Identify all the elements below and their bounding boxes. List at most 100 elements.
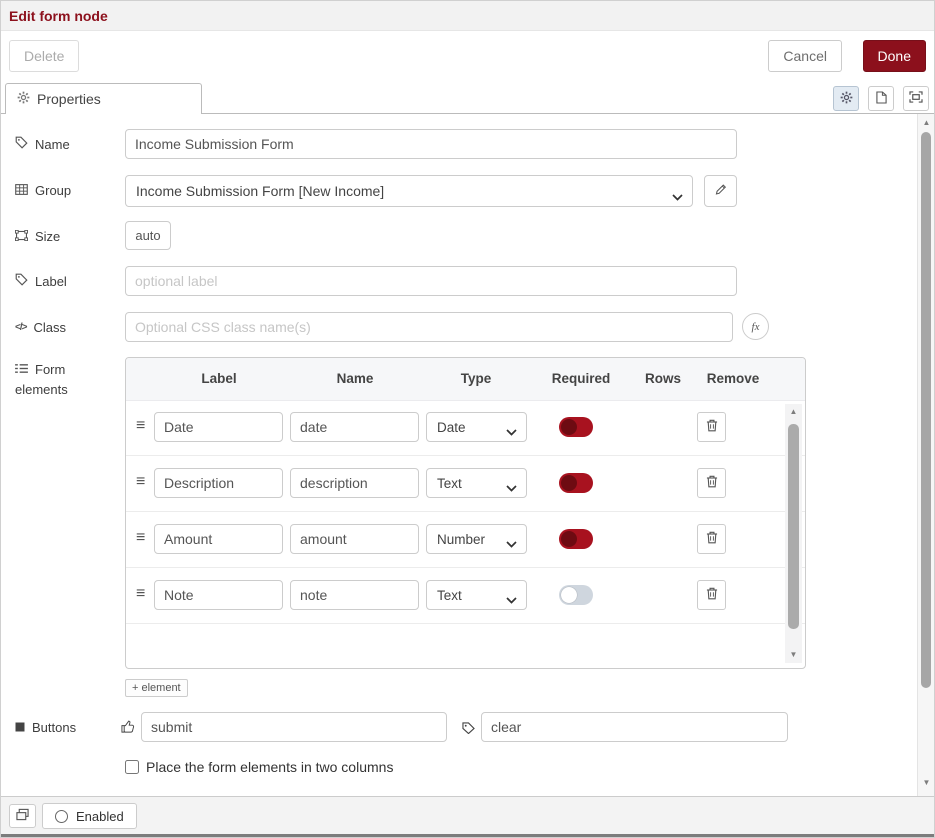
scroll-down-arrow[interactable]: ▼ xyxy=(918,777,935,789)
layers-button[interactable] xyxy=(9,804,36,828)
enabled-button[interactable]: Enabled xyxy=(42,803,137,829)
element-name-input[interactable] xyxy=(290,524,419,554)
group-select[interactable]: Income Submission Form [New Income] xyxy=(125,175,693,207)
resize-icon xyxy=(15,229,28,244)
dialog-footer: Enabled xyxy=(1,796,934,834)
document-icon xyxy=(876,91,887,107)
size-auto-button[interactable]: auto xyxy=(125,221,171,250)
done-button[interactable]: Done xyxy=(863,40,926,72)
tab-actions xyxy=(833,86,929,111)
scroll-up-arrow[interactable]: ▲ xyxy=(785,406,802,418)
tab-properties-label: Properties xyxy=(37,91,101,107)
class-input[interactable] xyxy=(125,312,733,342)
tag-icon xyxy=(462,721,475,737)
two-columns-label: Place the form elements in two columns xyxy=(146,759,393,775)
delete-element-button[interactable] xyxy=(697,468,726,498)
element-name-input[interactable] xyxy=(290,468,419,498)
element-name-input[interactable] xyxy=(290,580,419,610)
dialog-title: Edit form node xyxy=(9,8,108,24)
form-element-row: ≡ Date xyxy=(126,400,805,456)
submit-button-input[interactable] xyxy=(141,712,447,742)
delete-button[interactable]: Delete xyxy=(9,40,79,72)
cancel-button[interactable]: Cancel xyxy=(768,40,842,72)
required-toggle[interactable] xyxy=(559,417,593,437)
form-element-row: ≡ Number xyxy=(126,512,805,568)
chevron-down-icon xyxy=(506,536,517,551)
buttons-field-label: Buttons xyxy=(15,712,76,742)
enabled-label: Enabled xyxy=(76,809,124,824)
class-field-label: </> Class xyxy=(15,312,66,342)
name-field-label: Name xyxy=(15,129,70,159)
edit-form-node-dialog: Edit form node Delete Cancel Done Proper… xyxy=(0,0,935,838)
dialog-header: Edit form node xyxy=(1,1,934,31)
drag-handle-icon[interactable]: ≡ xyxy=(136,473,145,491)
two-columns-option: Place the form elements in two columns xyxy=(125,759,393,775)
element-label-input[interactable] xyxy=(154,412,283,442)
node-description-button[interactable] xyxy=(868,86,894,111)
element-type-select[interactable]: Text xyxy=(426,580,527,610)
required-toggle[interactable] xyxy=(559,529,593,549)
list-icon xyxy=(15,360,28,380)
element-type-select[interactable]: Number xyxy=(426,524,527,554)
tag-icon xyxy=(15,136,28,152)
label-field-label: Label xyxy=(15,266,67,296)
elements-table-header: Label Name Type Required Rows Remove xyxy=(126,358,805,401)
delete-element-button[interactable] xyxy=(697,412,726,442)
elements-table: Label Name Type Required Rows Remove ≡ D… xyxy=(125,357,806,669)
trash-icon xyxy=(706,475,718,491)
tray-toolbar: Delete Cancel Done xyxy=(1,31,934,83)
drag-handle-icon[interactable]: ≡ xyxy=(136,417,145,435)
element-label-input[interactable] xyxy=(154,524,283,554)
drag-handle-icon[interactable]: ≡ xyxy=(136,529,145,547)
form-element-row: ≡ Text xyxy=(126,568,805,624)
table-icon xyxy=(15,183,28,198)
gear-icon xyxy=(17,91,30,107)
element-rows: ≡ Date ≡ Text ≡ Number xyxy=(126,400,805,668)
scroll-down-arrow[interactable]: ▼ xyxy=(785,649,802,661)
column-header-label: Label xyxy=(154,358,284,400)
class-style-button[interactable]: fx xyxy=(742,313,769,340)
edit-group-button[interactable] xyxy=(704,175,737,207)
trash-icon xyxy=(706,531,718,547)
column-header-required: Required xyxy=(531,358,631,400)
radio-circle-icon xyxy=(55,810,68,823)
tag-icon xyxy=(15,273,28,289)
main-scrollbar[interactable]: ▲ ▼ xyxy=(917,114,934,796)
add-element-button[interactable]: + element xyxy=(125,679,188,697)
two-columns-checkbox[interactable] xyxy=(125,760,139,774)
label-input[interactable] xyxy=(125,266,737,296)
gear-icon xyxy=(840,91,853,107)
tab-bar: Properties xyxy=(1,83,934,114)
delete-element-button[interactable] xyxy=(697,580,726,610)
chevron-down-icon xyxy=(672,188,683,204)
element-name-input[interactable] xyxy=(290,412,419,442)
group-field-label: Group xyxy=(15,175,71,205)
clear-button-input[interactable] xyxy=(481,712,788,742)
node-properties-button[interactable] xyxy=(833,86,859,111)
tab-properties[interactable]: Properties xyxy=(5,83,202,114)
scroll-thumb[interactable] xyxy=(788,424,799,629)
trash-icon xyxy=(706,419,718,435)
pencil-icon xyxy=(714,183,727,199)
scroll-up-arrow[interactable]: ▲ xyxy=(918,117,935,129)
element-label-input[interactable] xyxy=(154,468,283,498)
chevron-down-icon xyxy=(506,592,517,607)
trash-icon xyxy=(706,587,718,603)
required-toggle[interactable] xyxy=(559,473,593,493)
name-input[interactable] xyxy=(125,129,737,159)
delete-element-button[interactable] xyxy=(697,524,726,554)
scroll-thumb[interactable] xyxy=(921,132,931,688)
node-appearance-button[interactable] xyxy=(903,86,929,111)
size-field-label: Size xyxy=(15,221,60,251)
column-header-rows: Rows xyxy=(629,358,697,400)
column-header-remove: Remove xyxy=(697,358,769,400)
drag-handle-icon[interactable]: ≡ xyxy=(136,585,145,603)
thumbs-up-icon xyxy=(121,720,135,736)
element-type-select[interactable]: Text xyxy=(426,468,527,498)
code-icon: </> xyxy=(15,322,26,333)
element-label-input[interactable] xyxy=(154,580,283,610)
form-elements-field-label: Form elements xyxy=(15,360,68,400)
table-scrollbar[interactable]: ▲ ▼ xyxy=(785,404,802,663)
required-toggle[interactable] xyxy=(559,585,593,605)
element-type-select[interactable]: Date xyxy=(426,412,527,442)
